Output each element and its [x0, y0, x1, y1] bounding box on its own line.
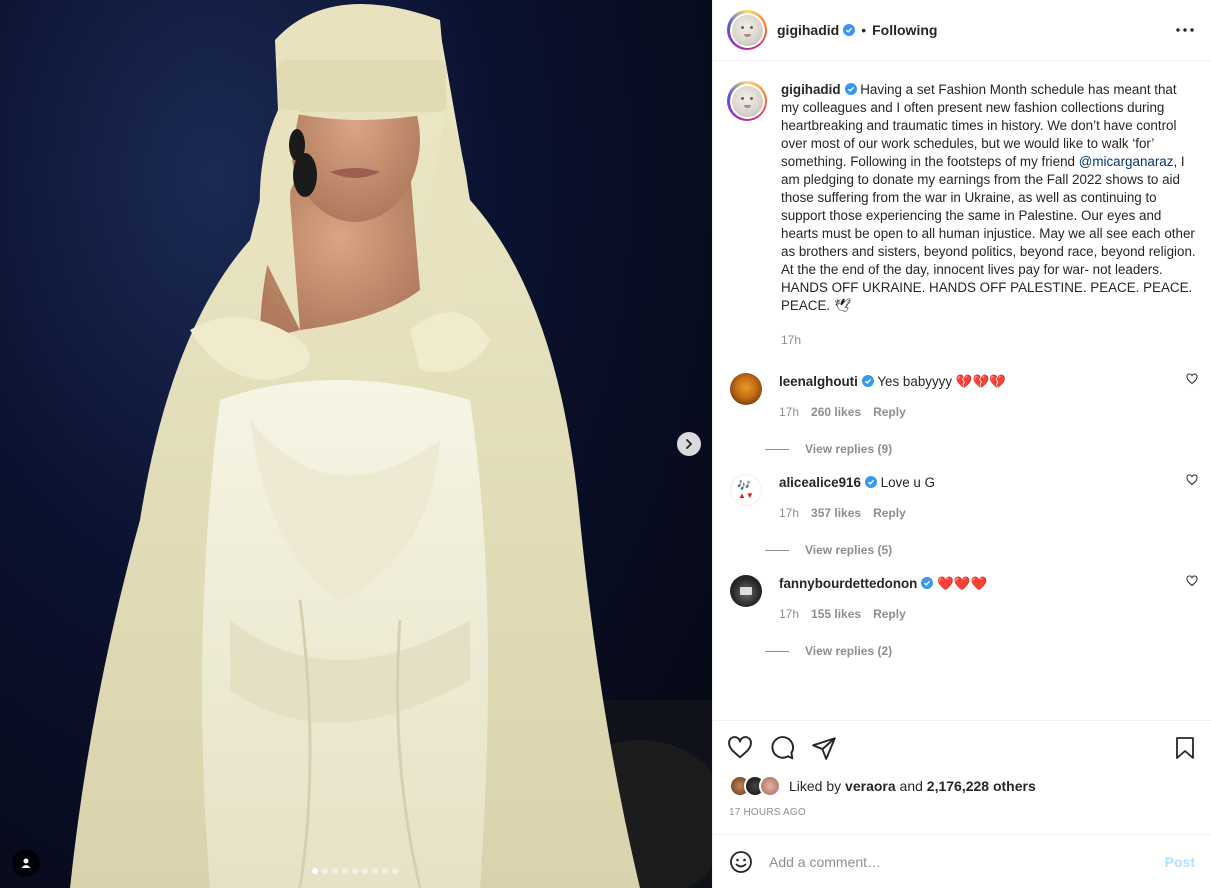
carousel-dot [372, 868, 378, 874]
caption-avatar[interactable] [727, 81, 767, 121]
share-icon[interactable] [811, 735, 837, 761]
next-media-button[interactable] [677, 432, 701, 456]
carousel-dot [332, 868, 338, 874]
carousel-dot [362, 868, 368, 874]
more-options-icon [1176, 28, 1194, 32]
avatar[interactable] [727, 10, 767, 50]
separator-dot: • [861, 22, 867, 38]
comment-like-icon[interactable] [1186, 474, 1198, 486]
comment-likes[interactable]: 357 likes [811, 506, 861, 520]
liked-by-avatars[interactable] [729, 775, 781, 797]
verified-icon [864, 476, 877, 488]
caption-body-2: I am pledging to donate my earnings from… [781, 154, 1196, 277]
post-details-panel: gigihadid • Following gigihadid Having a… [712, 0, 1211, 888]
liked-by-and: and [899, 778, 923, 794]
caption-text: gigihadid Having a set Fashion Month sch… [781, 81, 1197, 349]
comment-username[interactable]: alicealice916 [779, 475, 861, 490]
comment-avatar[interactable] [730, 575, 762, 607]
emoji-icon[interactable] [729, 850, 753, 874]
comment-time[interactable]: 17h [779, 607, 799, 621]
post-timestamp[interactable]: 17 HOURS AGO [729, 807, 806, 818]
view-replies-label: View replies (2) [805, 644, 893, 658]
comment-emoji: 💔💔💔 [955, 374, 1006, 389]
carousel-dot [382, 868, 388, 874]
caption-time[interactable]: 17h [781, 331, 1197, 349]
caption-mention-link[interactable]: @micarganaraz, [1079, 154, 1177, 169]
comment-meta: 17h 155 likes Reply [779, 607, 1169, 621]
comment-avatar[interactable] [730, 373, 762, 405]
comment-text: Love u G [880, 475, 935, 490]
verified-icon [921, 577, 934, 589]
view-replies-label: View replies (5) [805, 543, 893, 557]
likes-summary: Liked by veraora and 2,176,228 others [729, 775, 1036, 797]
verified-icon [843, 24, 856, 36]
reply-button[interactable]: Reply [873, 607, 906, 621]
comment-text: Yes babyyyy [877, 374, 953, 389]
comment-item: 🎶 ▲▼ alicealice916 Love u G 17h 357 like… [727, 474, 1198, 557]
follow-button[interactable]: Following [872, 22, 937, 38]
reply-button[interactable]: Reply [873, 506, 906, 520]
verified-icon [844, 83, 857, 95]
user-tag-icon [21, 858, 31, 868]
comment-meta: 17h 260 likes Reply [779, 405, 1169, 419]
carousel-dot [392, 868, 398, 874]
caption-username[interactable]: gigihadid [781, 82, 841, 97]
carousel-indicator [312, 868, 398, 874]
comment-username[interactable]: fannybourdettedonon [779, 576, 917, 591]
comment-input[interactable] [769, 853, 1165, 870]
caption: gigihadid Having a set Fashion Month sch… [727, 81, 1197, 349]
comment-icon[interactable] [769, 735, 795, 761]
bookmark-icon[interactable] [1173, 735, 1197, 761]
action-bar [727, 735, 837, 761]
view-replies-label: View replies (9) [805, 442, 893, 456]
view-replies-button[interactable]: View replies (2) [765, 644, 1169, 658]
view-replies-button[interactable]: View replies (5) [765, 543, 1169, 557]
chevron-right-icon [686, 439, 693, 449]
post-footer: Liked by veraora and 2,176,228 others 17… [713, 720, 1211, 888]
comment-like-icon[interactable] [1186, 575, 1198, 587]
more-options-button[interactable] [1173, 18, 1197, 42]
reply-button[interactable]: Reply [873, 405, 906, 419]
comment-item: leenalghouti Yes babyyyy 💔💔💔 17h 260 lik… [727, 373, 1198, 456]
runway-photo [70, 4, 712, 888]
post-media[interactable] [0, 0, 712, 888]
heart-icon[interactable] [727, 735, 753, 761]
comment-avatar[interactable]: 🎶 ▲▼ [730, 474, 762, 506]
comment-time[interactable]: 17h [779, 405, 799, 419]
carousel-dot [322, 868, 328, 874]
comment-like-icon[interactable] [1186, 373, 1198, 385]
carousel-dot [352, 868, 358, 874]
verified-icon [861, 375, 874, 387]
comment-likes[interactable]: 260 likes [811, 405, 861, 419]
post-comment-button[interactable]: Post [1165, 854, 1195, 870]
comment-emoji: ❤️❤️❤️ [937, 576, 988, 591]
comment-likes[interactable]: 155 likes [811, 607, 861, 621]
liked-by-others[interactable]: 2,176,228 others [927, 778, 1036, 794]
view-replies-button[interactable]: View replies (9) [765, 442, 1169, 456]
post-header: gigihadid • Following [713, 0, 1211, 61]
header-username[interactable]: gigihadid [777, 22, 839, 38]
caption-body-3: HANDS OFF UKRAINE. HANDS OFF PALESTINE. … [781, 280, 1193, 313]
comment-time[interactable]: 17h [779, 506, 799, 520]
carousel-dot [312, 868, 318, 874]
comment-username[interactable]: leenalghouti [779, 374, 858, 389]
add-comment-bar: Post [713, 834, 1211, 888]
comment-item: fannybourdettedonon ❤️❤️❤️ 17h 155 likes… [727, 575, 1198, 658]
comment-meta: 17h 357 likes Reply [779, 506, 1169, 520]
comments-section[interactable]: gigihadid Having a set Fashion Month sch… [713, 61, 1211, 720]
carousel-dot [342, 868, 348, 874]
tagged-users-button[interactable] [12, 849, 40, 877]
liked-by-prefix: Liked by [789, 778, 842, 794]
liked-by-user[interactable]: veraora [845, 778, 896, 794]
post-viewer: gigihadid • Following gigihadid Having a… [0, 0, 1211, 888]
